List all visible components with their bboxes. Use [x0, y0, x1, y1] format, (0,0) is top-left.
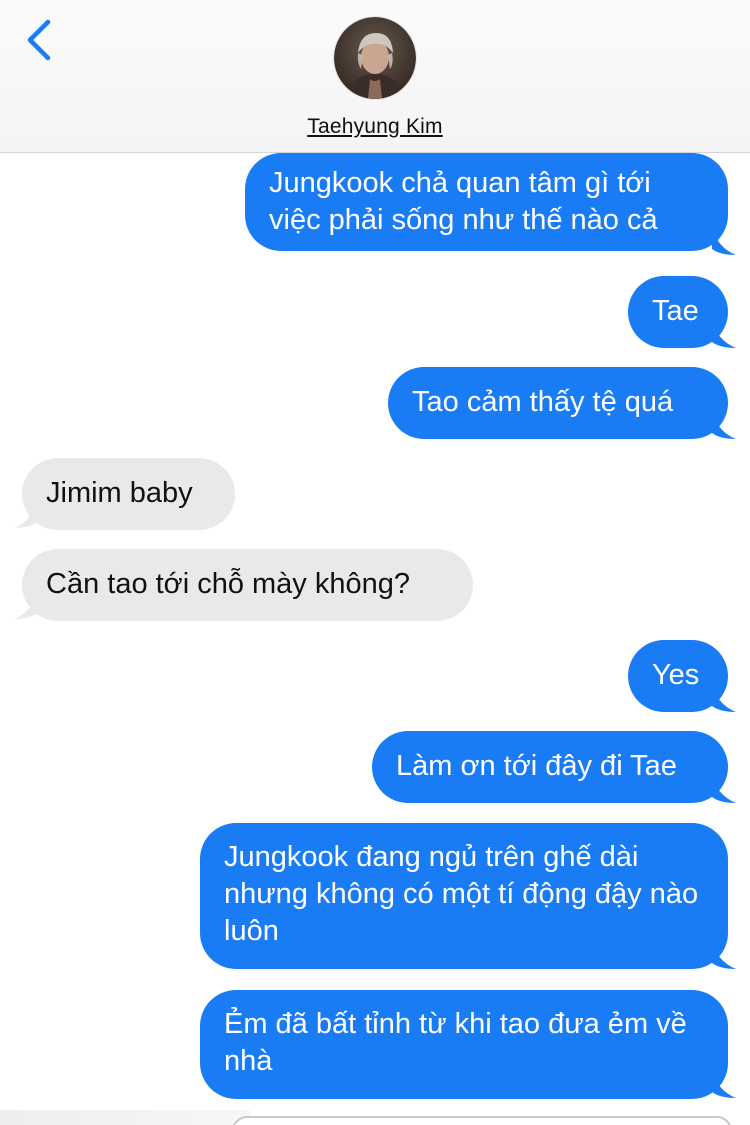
bubble-tail	[712, 682, 736, 712]
bubble-tail	[14, 589, 38, 619]
bubble-tail	[712, 409, 736, 439]
back-button[interactable]	[18, 18, 62, 62]
message-bubble-sent[interactable]: Ẻm đã bất tỉnh từ khi tao đưa ẻm về nhà	[200, 990, 728, 1099]
bubble-tail	[712, 773, 736, 803]
compose-bar-shade	[0, 1110, 250, 1125]
contact-name[interactable]: Taehyung Kim	[0, 115, 750, 139]
message-thread[interactable]: Jungkook chả quan tâm gì tới việc phải s…	[0, 0, 750, 1125]
message-bubble-received[interactable]: Cần tao tới chỗ mày không?	[22, 549, 473, 621]
conversation-header: Taehyung Kim	[0, 0, 750, 153]
avatar-photo	[334, 17, 416, 99]
message-bubble-sent[interactable]: Jungkook chả quan tâm gì tới việc phải s…	[245, 153, 728, 251]
message-bubble-sent[interactable]: Tao cảm thấy tệ quá	[388, 367, 728, 439]
message-bubble-sent[interactable]: Jungkook đang ngủ trên ghế dài nhưng khô…	[200, 823, 728, 969]
bubble-tail	[712, 318, 736, 348]
bubble-tail	[712, 225, 736, 255]
contact-avatar[interactable]	[334, 17, 416, 99]
bubble-tail	[712, 939, 736, 969]
bubble-tail	[14, 498, 38, 528]
messages-screen: Jungkook chả quan tâm gì tới việc phải s…	[0, 0, 750, 1125]
message-input[interactable]	[232, 1116, 732, 1125]
chevron-left-icon	[27, 19, 51, 61]
message-bubble-received[interactable]: Jimim baby	[22, 458, 235, 530]
bubble-tail	[712, 1068, 736, 1098]
message-bubble-sent[interactable]: Làm ơn tới đây đi Tae	[372, 731, 728, 803]
